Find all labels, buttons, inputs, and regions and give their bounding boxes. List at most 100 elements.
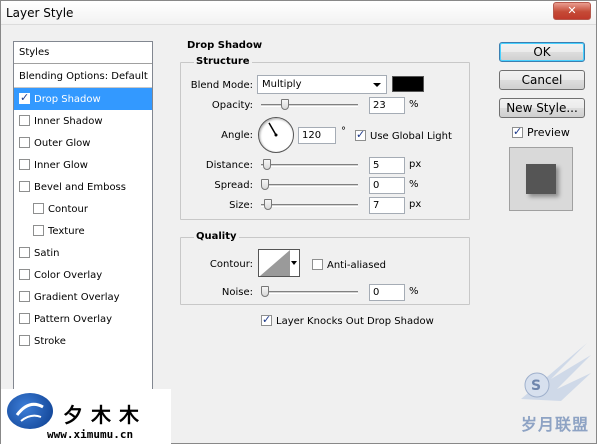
close-icon: ✕ xyxy=(567,4,577,17)
opacity-slider-track[interactable] xyxy=(261,104,358,107)
ok-button[interactable]: OK xyxy=(499,42,585,62)
opacity-label: Opacity: xyxy=(211,100,253,111)
style-item-label: Pattern Overlay xyxy=(34,314,113,325)
blend-mode-value: Multiply xyxy=(262,79,302,90)
style-item[interactable]: Contour xyxy=(14,198,152,220)
checkbox-icon[interactable] xyxy=(19,115,30,126)
checkbox-icon[interactable] xyxy=(19,159,30,170)
distance-unit: px xyxy=(409,159,422,170)
angle-needle-icon xyxy=(268,122,278,137)
checkbox-icon[interactable] xyxy=(19,313,30,324)
style-item-label: Blending Options: Default xyxy=(19,71,148,82)
contour-picker[interactable] xyxy=(258,249,300,277)
new-style-button[interactable]: New Style... xyxy=(499,98,585,118)
distance-input[interactable]: 5 xyxy=(369,157,405,174)
preview-checkbox[interactable]: Preview xyxy=(512,125,570,139)
contour-preview-icon xyxy=(260,250,290,276)
style-item[interactable]: Blending Options: Default xyxy=(14,66,152,88)
checkbox-icon xyxy=(312,259,323,270)
watermark-logo-icon xyxy=(7,393,53,429)
watermark-brand: 岁月联盟 xyxy=(521,415,590,434)
style-item[interactable]: Pattern Overlay xyxy=(14,308,152,330)
style-item-label: Satin xyxy=(34,248,60,259)
preview-label: Preview xyxy=(527,126,570,139)
cancel-button[interactable]: Cancel xyxy=(499,70,585,90)
watermark-chars: 夕木木 xyxy=(63,403,147,427)
blend-mode-label: Blend Mode: xyxy=(190,80,253,91)
checkbox-icon xyxy=(355,128,366,141)
checkbox-icon[interactable] xyxy=(19,269,30,280)
checkbox-icon[interactable] xyxy=(19,181,30,192)
checkbox-icon[interactable] xyxy=(33,225,44,236)
distance-slider-track[interactable] xyxy=(261,164,358,167)
style-item[interactable]: Color Overlay xyxy=(14,264,152,286)
noise-label: Noise: xyxy=(221,287,253,298)
style-item[interactable]: Inner Glow xyxy=(14,154,152,176)
style-item-label: Gradient Overlay xyxy=(34,292,120,303)
styles-header[interactable]: Styles xyxy=(14,42,152,64)
title-bar: Layer Style ✕ xyxy=(1,1,596,25)
preview-swatch xyxy=(526,164,556,194)
checkbox-icon[interactable] xyxy=(19,291,30,302)
distance-label: Distance: xyxy=(205,160,253,171)
section-title-drop-shadow: Drop Shadow xyxy=(185,40,265,51)
anti-aliased-label: Anti-aliased xyxy=(327,260,387,271)
spread-slider-track[interactable] xyxy=(261,184,358,187)
angle-label: Angle: xyxy=(221,130,253,141)
use-global-light-checkbox[interactable]: Use Global Light xyxy=(355,128,452,142)
style-item-label: Outer Glow xyxy=(34,138,91,149)
checkbox-icon xyxy=(261,313,272,326)
logo-swirl-icon xyxy=(15,402,44,422)
contour-label: Contour: xyxy=(209,259,253,270)
window-title: Layer Style xyxy=(6,6,74,20)
quality-title: Quality xyxy=(194,231,239,242)
blend-mode-select[interactable]: Multiply xyxy=(257,75,387,94)
distance-slider-thumb[interactable] xyxy=(262,159,271,170)
layer-knocks-out-label: Layer Knocks Out Drop Shadow xyxy=(276,316,434,327)
checkbox-icon[interactable] xyxy=(19,137,30,148)
chevron-down-icon xyxy=(291,261,297,265)
style-item-label: Stroke xyxy=(34,336,66,347)
checkbox-icon[interactable] xyxy=(33,203,44,214)
noise-slider-track[interactable] xyxy=(261,291,358,294)
style-item[interactable]: Texture xyxy=(14,220,152,242)
checkbox-icon[interactable] xyxy=(19,91,30,104)
style-item-label: Inner Glow xyxy=(34,160,88,171)
style-item[interactable]: Satin xyxy=(14,242,152,264)
chevron-down-icon xyxy=(373,83,381,87)
size-label: Size: xyxy=(229,200,253,211)
close-button[interactable]: ✕ xyxy=(553,2,591,20)
style-item[interactable]: Gradient Overlay xyxy=(14,286,152,308)
style-item[interactable]: Bevel and Emboss xyxy=(14,176,152,198)
style-item[interactable]: Inner Shadow xyxy=(14,110,152,132)
style-item-label: Inner Shadow xyxy=(34,116,103,127)
layer-knocks-out-checkbox[interactable]: Layer Knocks Out Drop Shadow xyxy=(261,313,434,327)
angle-dial[interactable] xyxy=(258,117,294,153)
opacity-input[interactable]: 23 xyxy=(369,97,405,114)
size-input[interactable]: 7 xyxy=(369,197,405,214)
checkbox-icon xyxy=(512,125,523,138)
style-item[interactable]: Drop Shadow xyxy=(14,88,152,110)
opacity-unit: % xyxy=(409,99,419,110)
anti-aliased-checkbox[interactable]: Anti-aliased xyxy=(312,259,386,271)
style-item[interactable]: Outer Glow xyxy=(14,132,152,154)
noise-slider-thumb[interactable] xyxy=(261,286,269,297)
checkbox-icon[interactable] xyxy=(19,335,30,346)
watermark-url: www.ximumu.cn xyxy=(47,428,134,441)
size-slider-track[interactable] xyxy=(261,204,358,207)
style-item-label: Contour xyxy=(48,204,88,215)
noise-input[interactable]: 0 xyxy=(369,284,405,301)
style-item[interactable]: Stroke xyxy=(14,330,152,352)
spread-slider-thumb[interactable] xyxy=(261,179,269,190)
angle-input[interactable]: 120 xyxy=(298,127,336,144)
layer-style-dialog: Layer Style ✕ Styles Blending Options: D… xyxy=(0,0,597,445)
shadow-color-swatch[interactable] xyxy=(392,76,424,92)
checkbox-icon[interactable] xyxy=(19,247,30,258)
spread-label: Spread: xyxy=(214,180,253,191)
spread-input[interactable]: 0 xyxy=(369,177,405,194)
angle-unit: ° xyxy=(341,126,346,137)
styles-list: Styles Blending Options: Default Drop Sha… xyxy=(13,41,153,393)
style-item-label: Color Overlay xyxy=(34,270,103,281)
style-item-label: Texture xyxy=(48,226,85,237)
size-slider-thumb[interactable] xyxy=(263,199,272,210)
